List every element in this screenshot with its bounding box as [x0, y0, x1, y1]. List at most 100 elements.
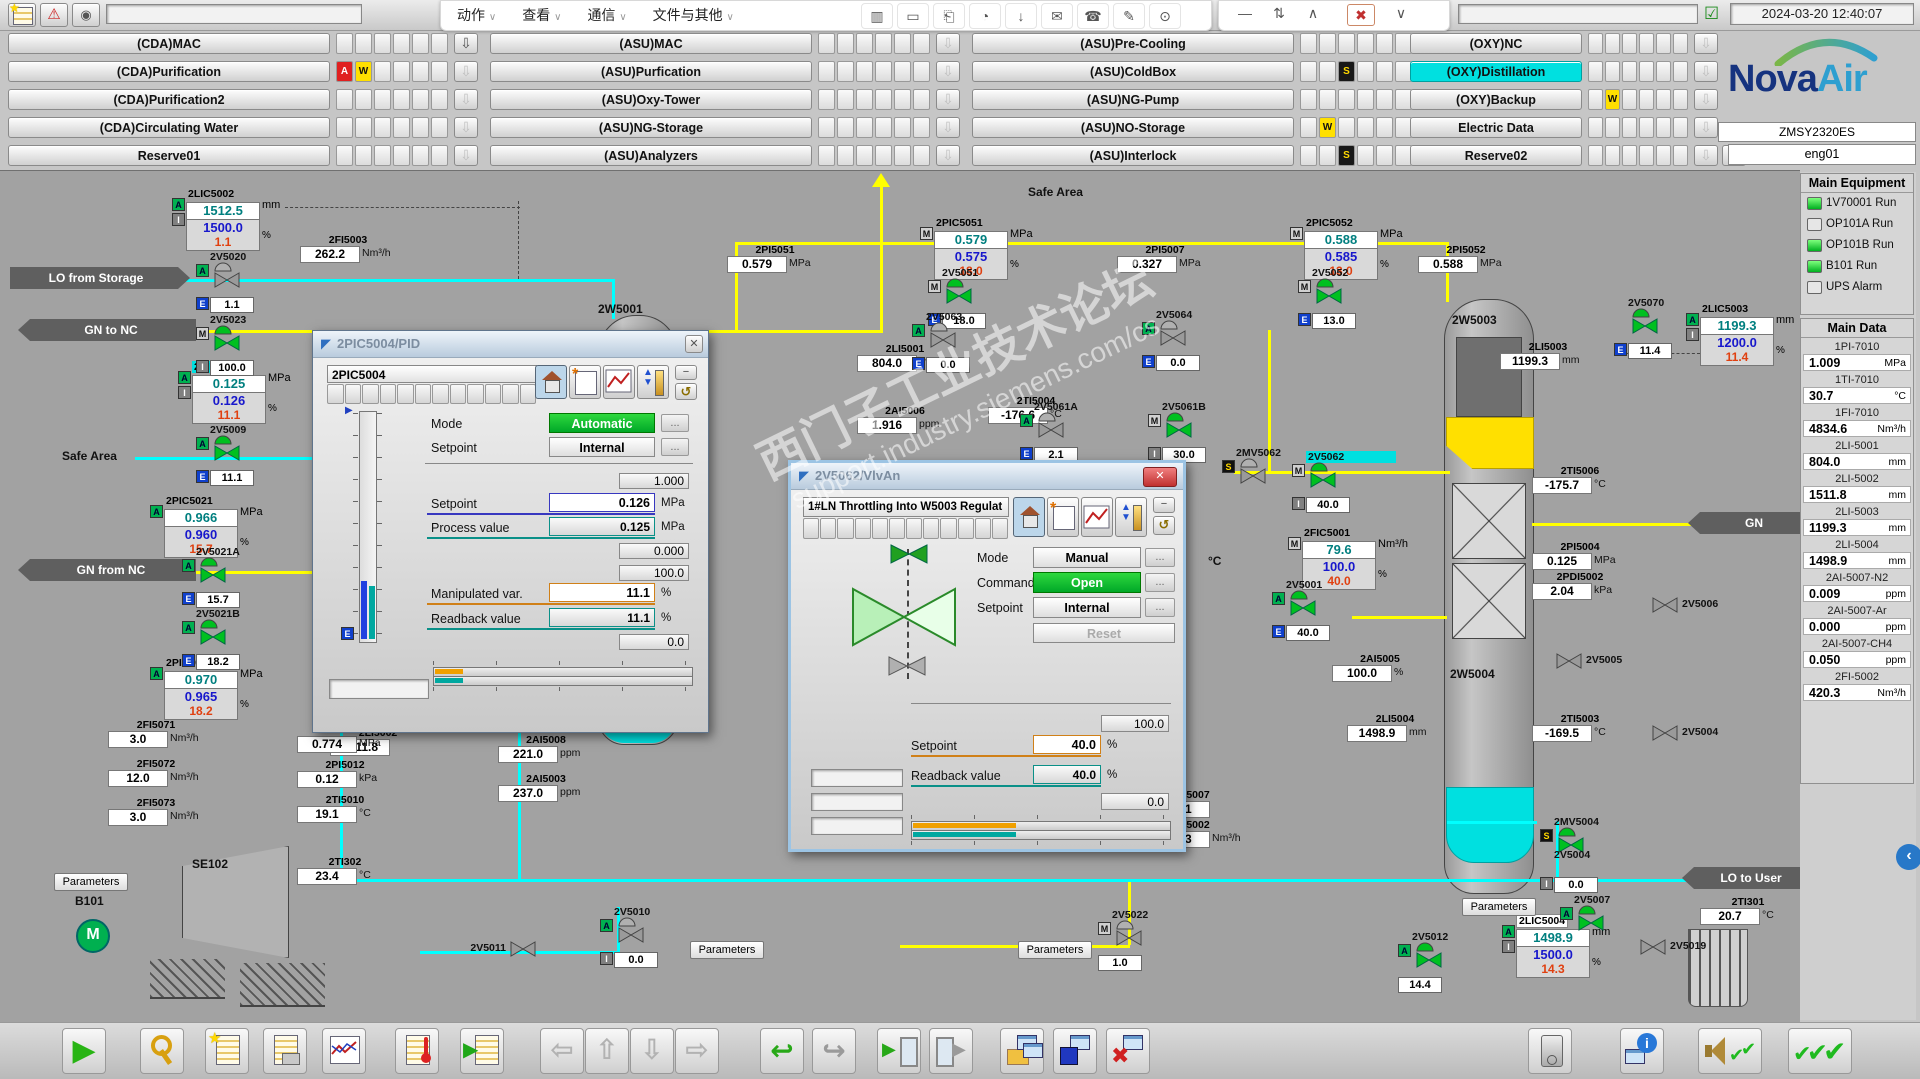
nav-expand-arrow[interactable]: ⇩	[1694, 145, 1718, 166]
home-view-icon[interactable]	[1013, 497, 1045, 537]
command-more-button[interactable]: ...	[1145, 573, 1175, 592]
valve-2V5021B[interactable]: 2V5021B A E 18.2	[182, 608, 272, 670]
trend-icon[interactable]	[1081, 497, 1113, 537]
controller-2LIC5003[interactable]: 2LIC5003 1199.3 1200.0 11.4 A Imm%	[1686, 299, 1800, 366]
sidebar-expand-chevron[interactable]: ‹	[1896, 844, 1920, 870]
menu-3[interactable]: 通信 ∨	[587, 7, 626, 23]
mode-value[interactable]: Manual	[1033, 547, 1141, 568]
menu-4[interactable]: 文件与其他 ∨	[653, 7, 734, 23]
nav-button--cda-mac[interactable]: (CDA)MAC	[8, 33, 330, 54]
nav-expand-arrow[interactable]: ⇩	[1694, 33, 1718, 54]
parameters-button[interactable]: Parameters	[1462, 898, 1536, 916]
nav-expand-arrow[interactable]: ⇩	[936, 33, 960, 54]
nav-expand-arrow[interactable]: ⇩	[1694, 117, 1718, 138]
run-button[interactable]: ▶	[62, 1028, 106, 1074]
limit-spinner-icon[interactable]: ▲ ▼	[637, 365, 669, 399]
valve-2V5010[interactable]: 2V5010 A I 0.0	[600, 906, 690, 968]
nav-button--asu-ng-storage[interactable]: (ASU)NG-Storage	[490, 117, 812, 138]
hand-valve-2V5004[interactable]: 2V5004	[1652, 725, 1718, 746]
valve-2V5063[interactable]: 2V5063 A E 0.0	[912, 311, 1002, 373]
manipulated-var-input[interactable]: 11.1	[549, 583, 655, 602]
report-icon[interactable]: *	[1047, 497, 1079, 537]
nav-button--asu-no-storage[interactable]: (ASU)NO-Storage	[972, 117, 1294, 138]
nav-expand-arrow[interactable]: ⇩	[454, 145, 478, 166]
nav-button--asu-mac[interactable]: (ASU)MAC	[490, 33, 812, 54]
key-button[interactable]	[140, 1028, 184, 1074]
audio-acknowledge-button[interactable]: ✔ ✔	[1698, 1028, 1762, 1074]
home-view-icon[interactable]	[535, 365, 567, 399]
setpoint-source-value[interactable]: Internal	[549, 437, 655, 457]
panel-icon[interactable]: ▭	[897, 3, 929, 29]
nav-button--oxy-nc[interactable]: (OXY)NC	[1410, 33, 1582, 54]
chat-icon[interactable]: ✉	[1041, 3, 1073, 29]
dialog-titlebar[interactable]: ◤ 2V5062/VlvAn ✕	[791, 463, 1183, 490]
edit-icon[interactable]: ✎	[1113, 3, 1145, 29]
close-icon[interactable]: ✖	[1347, 4, 1375, 26]
nav-expand-arrow[interactable]: ⇩	[1694, 61, 1718, 82]
collapse-icon[interactable]: ∧	[1301, 1, 1325, 25]
windows-delete-button[interactable]: ✖	[1106, 1028, 1150, 1074]
nav-button--asu-ng-pump[interactable]: (ASU)NG-Pump	[972, 89, 1294, 110]
controller-2LIC5004[interactable]: 2LIC5004 1498.9 1500.0 14.3 A Imm%	[1502, 911, 1622, 978]
minus-icon[interactable]: −	[1153, 497, 1175, 513]
nav-expand-arrow[interactable]: ⇩	[936, 117, 960, 138]
setpoint-input[interactable]: 40.0	[1033, 735, 1101, 754]
valve-2V5009[interactable]: 2V5009 A E 11.1	[196, 424, 286, 486]
nav-left-button[interactable]: ⇦	[540, 1028, 584, 1074]
nav-button--cda-circulating-water[interactable]: (CDA)Circulating Water	[8, 117, 330, 138]
nav-button--oxy-backup[interactable]: (OXY)Backup	[1410, 89, 1582, 110]
close-icon[interactable]: ✕	[1143, 467, 1177, 487]
valve-2V5064[interactable]: 2V5064 A E 0.0	[1142, 309, 1232, 371]
page-exit-button[interactable]: ▶	[929, 1028, 973, 1074]
calendar-check-icon[interactable]: ☑	[1704, 4, 1719, 24]
motor-b101[interactable]: M	[76, 919, 110, 953]
nav-button--asu-pre-cooling[interactable]: (ASU)Pre-Cooling	[972, 33, 1294, 54]
hand-valve-2V5019[interactable]: 2V5019	[1640, 939, 1706, 960]
nav-button--asu-interlock[interactable]: (ASU)Interlock	[972, 145, 1294, 166]
valve-2V5020[interactable]: 2V5020 A E 1.1	[196, 251, 286, 313]
valve-2V5007[interactable]: 2V5007 A	[1560, 894, 1650, 931]
clock-icon[interactable]: ◔	[969, 3, 1001, 29]
more-icon[interactable]: ∨	[1389, 1, 1413, 25]
parameters-button[interactable]: Parameters	[690, 941, 764, 959]
nav-up-button[interactable]: ⇧	[585, 1028, 629, 1074]
temperature-report-button[interactable]	[395, 1028, 439, 1074]
parameters-button[interactable]: Parameters	[1018, 941, 1092, 959]
nav-button--cda-purification2[interactable]: (CDA)Purification2	[8, 89, 330, 110]
mode-more-button[interactable]: ...	[1145, 548, 1175, 567]
nav-expand-arrow[interactable]: ⇩	[936, 61, 960, 82]
info-button[interactable]: i	[1620, 1028, 1664, 1074]
menu-1[interactable]: 动作 ∨	[457, 7, 496, 23]
valve-2V5004[interactable]: 2V5004 I 0.0	[1540, 849, 1630, 893]
document-icon[interactable]: ⎗	[933, 3, 965, 29]
new-table-icon[interactable]: ★	[8, 1, 36, 27]
setpoint-source-value[interactable]: Internal	[1033, 597, 1141, 618]
windows-save-button[interactable]	[1053, 1028, 1097, 1074]
minus-icon[interactable]: −	[675, 365, 697, 380]
trend-icon[interactable]	[603, 365, 635, 399]
nav-down-button[interactable]: ⇩	[630, 1028, 674, 1074]
valve-2V5052[interactable]: 2V5052 M E 13.0	[1298, 267, 1388, 329]
export-report-button[interactable]: ▶	[460, 1028, 504, 1074]
pause-icon[interactable]: ◉	[72, 3, 100, 27]
nav-expand-arrow[interactable]: ⇩	[1694, 89, 1718, 110]
nav-button--asu-coldbox[interactable]: (ASU)ColdBox	[972, 61, 1294, 82]
valve-2V5061B[interactable]: 2V5061B M I 30.0	[1148, 401, 1238, 463]
setpoint-source-more-button[interactable]: ...	[661, 438, 689, 456]
nav-right-button[interactable]: ⇨	[675, 1028, 719, 1074]
nav-button--oxy-distillation[interactable]: (OXY)Distillation	[1410, 61, 1582, 82]
valve-2V5062[interactable]: 2V5062 M I 40.0	[1292, 451, 1396, 513]
nav-expand-arrow[interactable]: ⇩	[936, 145, 960, 166]
valve-2V5012[interactable]: 2V5012 A 14.4	[1398, 931, 1488, 993]
parameters-button[interactable]: Parameters	[54, 873, 128, 891]
valve-2MV5004[interactable]: 2MV5004 S	[1540, 816, 1630, 853]
mode-more-button[interactable]: ...	[661, 414, 689, 432]
hand-valve-2V5005[interactable]: 2V5005	[1556, 653, 1622, 674]
limit-spinner-icon[interactable]: ▲ ▼	[1115, 497, 1147, 537]
acknowledge-all-button[interactable]: ✔ ✔ ✔	[1788, 1028, 1852, 1074]
chart-icon[interactable]: ▥	[861, 3, 893, 29]
controller-2LIC5002[interactable]: 2LIC5002 1512.5 1500.0 1.1 A Imm%	[172, 184, 292, 251]
tile-windows-icon[interactable]: ⇅	[1267, 1, 1291, 25]
nav-button--asu-purfication[interactable]: (ASU)Purfication	[490, 61, 812, 82]
minimize-icon[interactable]: —	[1233, 1, 1257, 25]
